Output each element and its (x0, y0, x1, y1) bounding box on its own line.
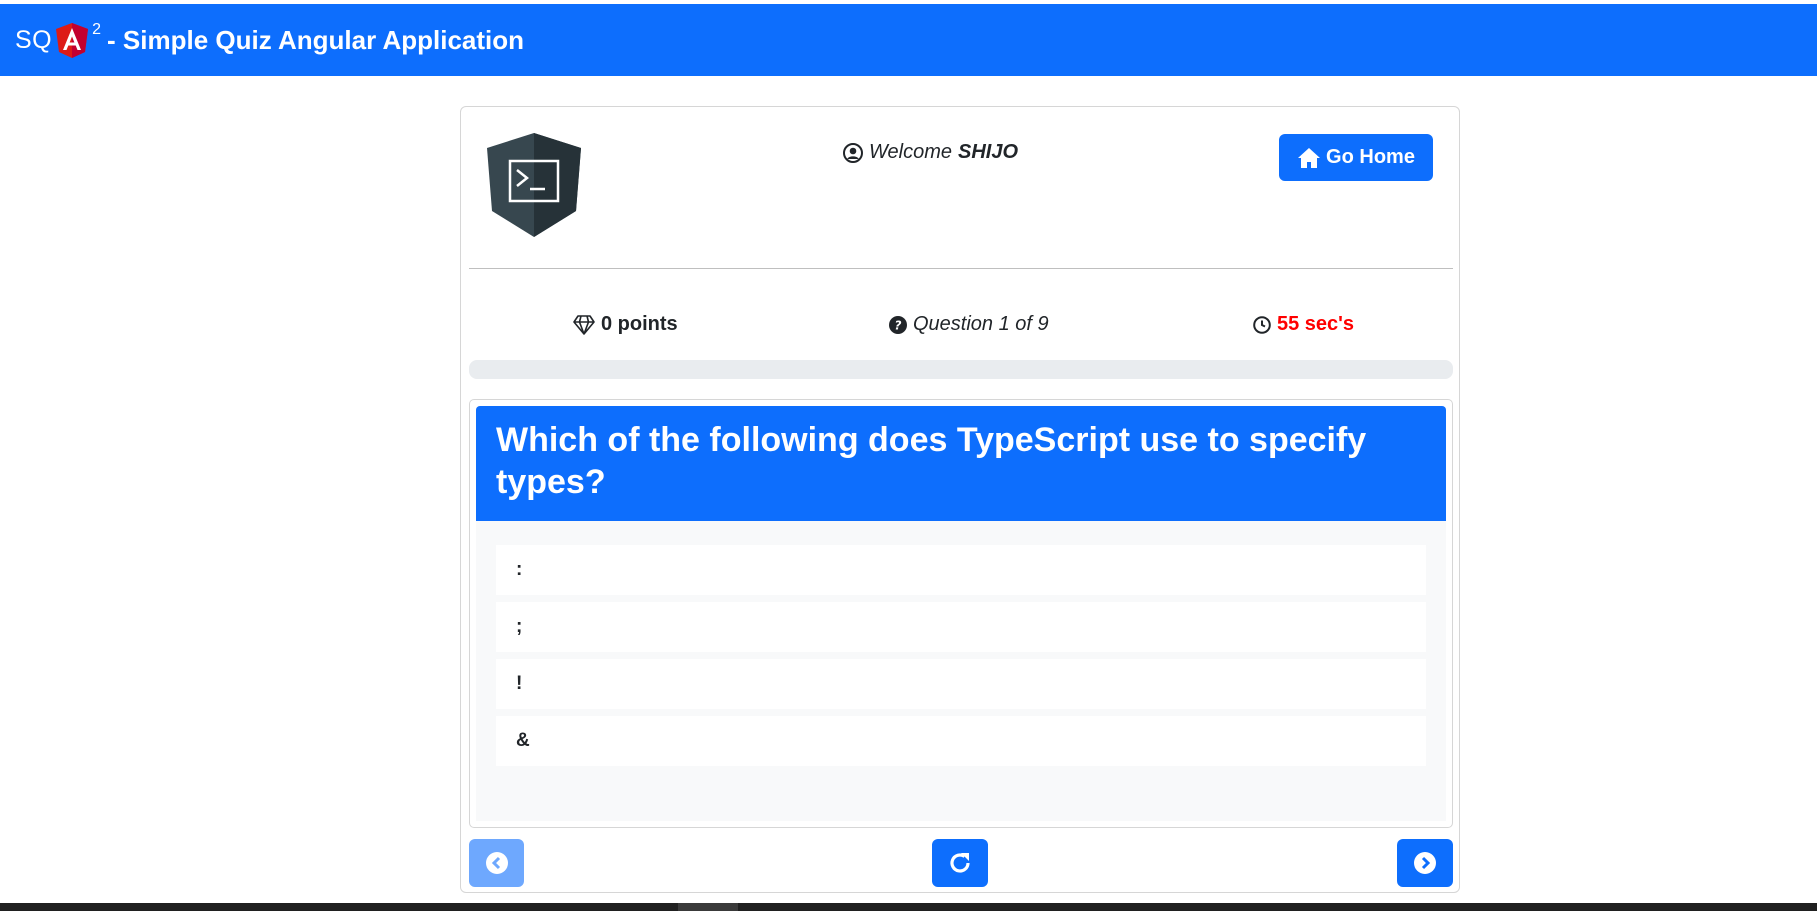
svg-text:?: ? (895, 318, 902, 332)
points-stat: 0 points (573, 313, 678, 336)
terminal-shield-logo-icon (487, 133, 581, 237)
quiz-card: Welcome SHIJO Go Home 0 points ? Questio… (460, 106, 1460, 893)
next-question-button[interactable] (1397, 839, 1453, 887)
answer-option[interactable]: & (496, 716, 1426, 766)
clock-icon (1253, 315, 1271, 334)
timer-value: 55 sec's (1277, 313, 1355, 335)
refresh-icon (950, 853, 970, 873)
restart-quiz-button[interactable] (932, 839, 988, 887)
quiz-progress-bar (469, 360, 1453, 379)
os-taskbar (0, 903, 1817, 911)
points-value: 0 points (601, 313, 678, 335)
question-counter-text: Question 1 of 9 (913, 313, 1049, 335)
brand-superscript: 2 (92, 21, 102, 38)
chevron-right-circle-icon (1414, 852, 1436, 874)
welcome-message: Welcome SHIJO (843, 141, 1018, 164)
diamond-icon (573, 314, 595, 335)
user-name: SHIJO (958, 141, 1019, 163)
app-title: - Simple Quiz Angular Application (107, 24, 525, 55)
angular-shield-icon (56, 23, 89, 58)
previous-question-button[interactable] (469, 839, 524, 887)
question-circle-icon: ? (889, 315, 907, 334)
brand-prefix: SQ (15, 25, 53, 54)
options-area: : ; ! & (476, 521, 1446, 821)
app-navbar: SQ 2 - Simple Quiz Angular Application (0, 4, 1817, 76)
user-circle-icon (843, 142, 863, 163)
question-text: Which of the following does TypeScript u… (476, 406, 1446, 521)
timer-stat: 55 sec's (1253, 313, 1354, 336)
question-panel: Which of the following does TypeScript u… (469, 399, 1453, 828)
answer-option[interactable]: ; (496, 602, 1426, 652)
chevron-left-circle-icon (485, 852, 508, 874)
go-home-button[interactable]: Go Home (1279, 134, 1433, 181)
home-icon (1298, 147, 1321, 168)
answer-option[interactable]: ! (496, 659, 1426, 709)
welcome-label: Welcome (869, 141, 952, 163)
taskbar-active-tab[interactable] (678, 903, 738, 911)
answer-option[interactable]: : (496, 545, 1426, 595)
header-divider (469, 268, 1453, 269)
go-home-label: Go Home (1326, 146, 1415, 168)
question-counter: ? Question 1 of 9 (889, 313, 1049, 336)
